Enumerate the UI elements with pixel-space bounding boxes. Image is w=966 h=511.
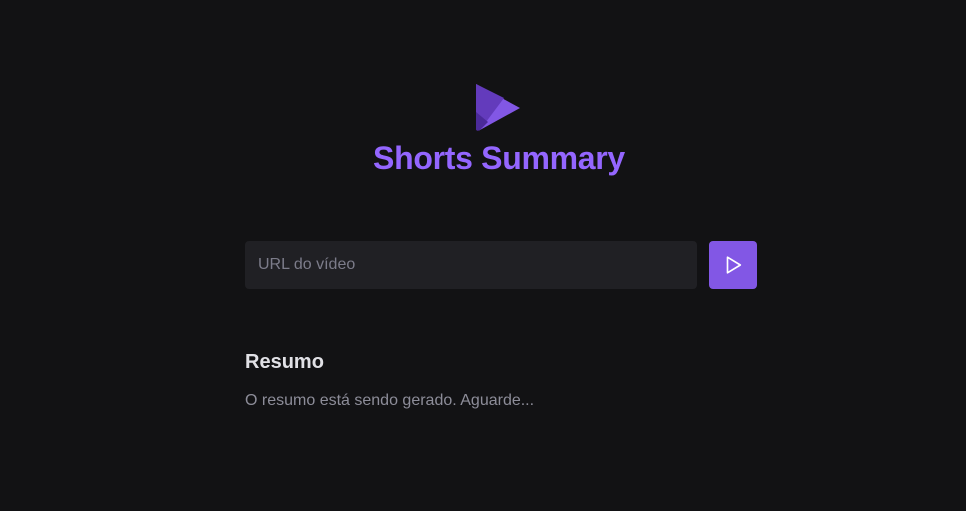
play-logo-icon [476,84,520,131]
play-icon [726,256,742,274]
summary-status-text: O resumo está sendo gerado. Aguarde... [245,392,535,409]
page-title: Shorts Summary [373,140,625,176]
video-url-input[interactable] [245,241,697,289]
summary-heading: Resumo [245,351,324,373]
app-container: Shorts Summary Resumo O resumo está send… [0,0,966,511]
submit-button[interactable] [709,241,757,289]
